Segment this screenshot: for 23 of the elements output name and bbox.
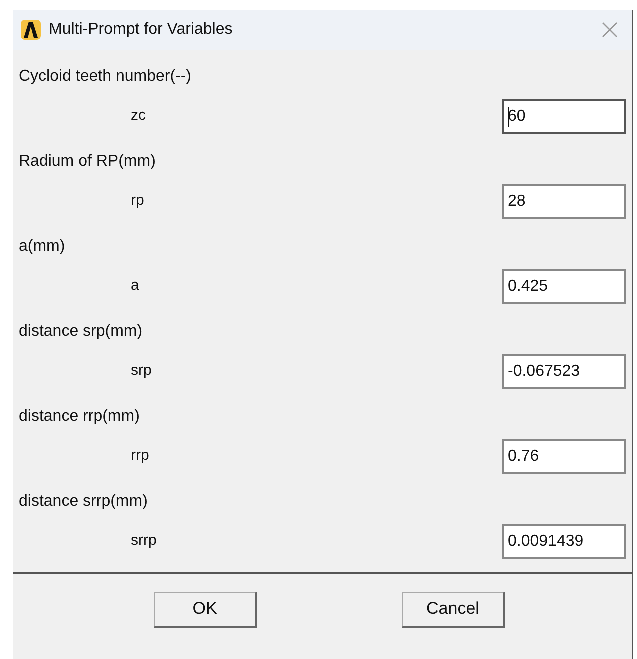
ok-button[interactable]: OK bbox=[154, 592, 257, 628]
variable-name: zc bbox=[131, 106, 146, 126]
variable-name: a bbox=[131, 276, 140, 296]
window-title: Multi-Prompt for Variables bbox=[49, 20, 233, 40]
variable-heading: distance rrp(mm) bbox=[19, 406, 140, 427]
variable-name: rp bbox=[131, 191, 144, 212]
input-field[interactable]: 60 bbox=[502, 99, 626, 134]
cancel-button[interactable]: Cancel bbox=[402, 592, 505, 628]
variable-name: srp bbox=[131, 361, 152, 382]
input-field[interactable]: -0.067523 bbox=[502, 354, 626, 390]
variable-heading: Cycloid teeth number(--) bbox=[19, 66, 192, 87]
logo-icon bbox=[21, 20, 41, 40]
input-field[interactable]: 0.425 bbox=[502, 269, 626, 304]
variable-heading: distance srrp(mm) bbox=[19, 492, 148, 512]
input-field[interactable]: 0.0091439 bbox=[502, 524, 626, 560]
input-field[interactable]: 0.76 bbox=[502, 439, 626, 474]
input-field[interactable]: 28 bbox=[502, 184, 626, 220]
variable-heading: distance srp(mm) bbox=[19, 322, 143, 342]
variable-heading: a(mm) bbox=[19, 236, 66, 257]
close-icon bbox=[602, 22, 618, 38]
variable-heading: Radium of RP(mm) bbox=[19, 152, 156, 172]
variable-name: rrp bbox=[131, 446, 150, 466]
variable-name: srrp bbox=[131, 531, 157, 552]
